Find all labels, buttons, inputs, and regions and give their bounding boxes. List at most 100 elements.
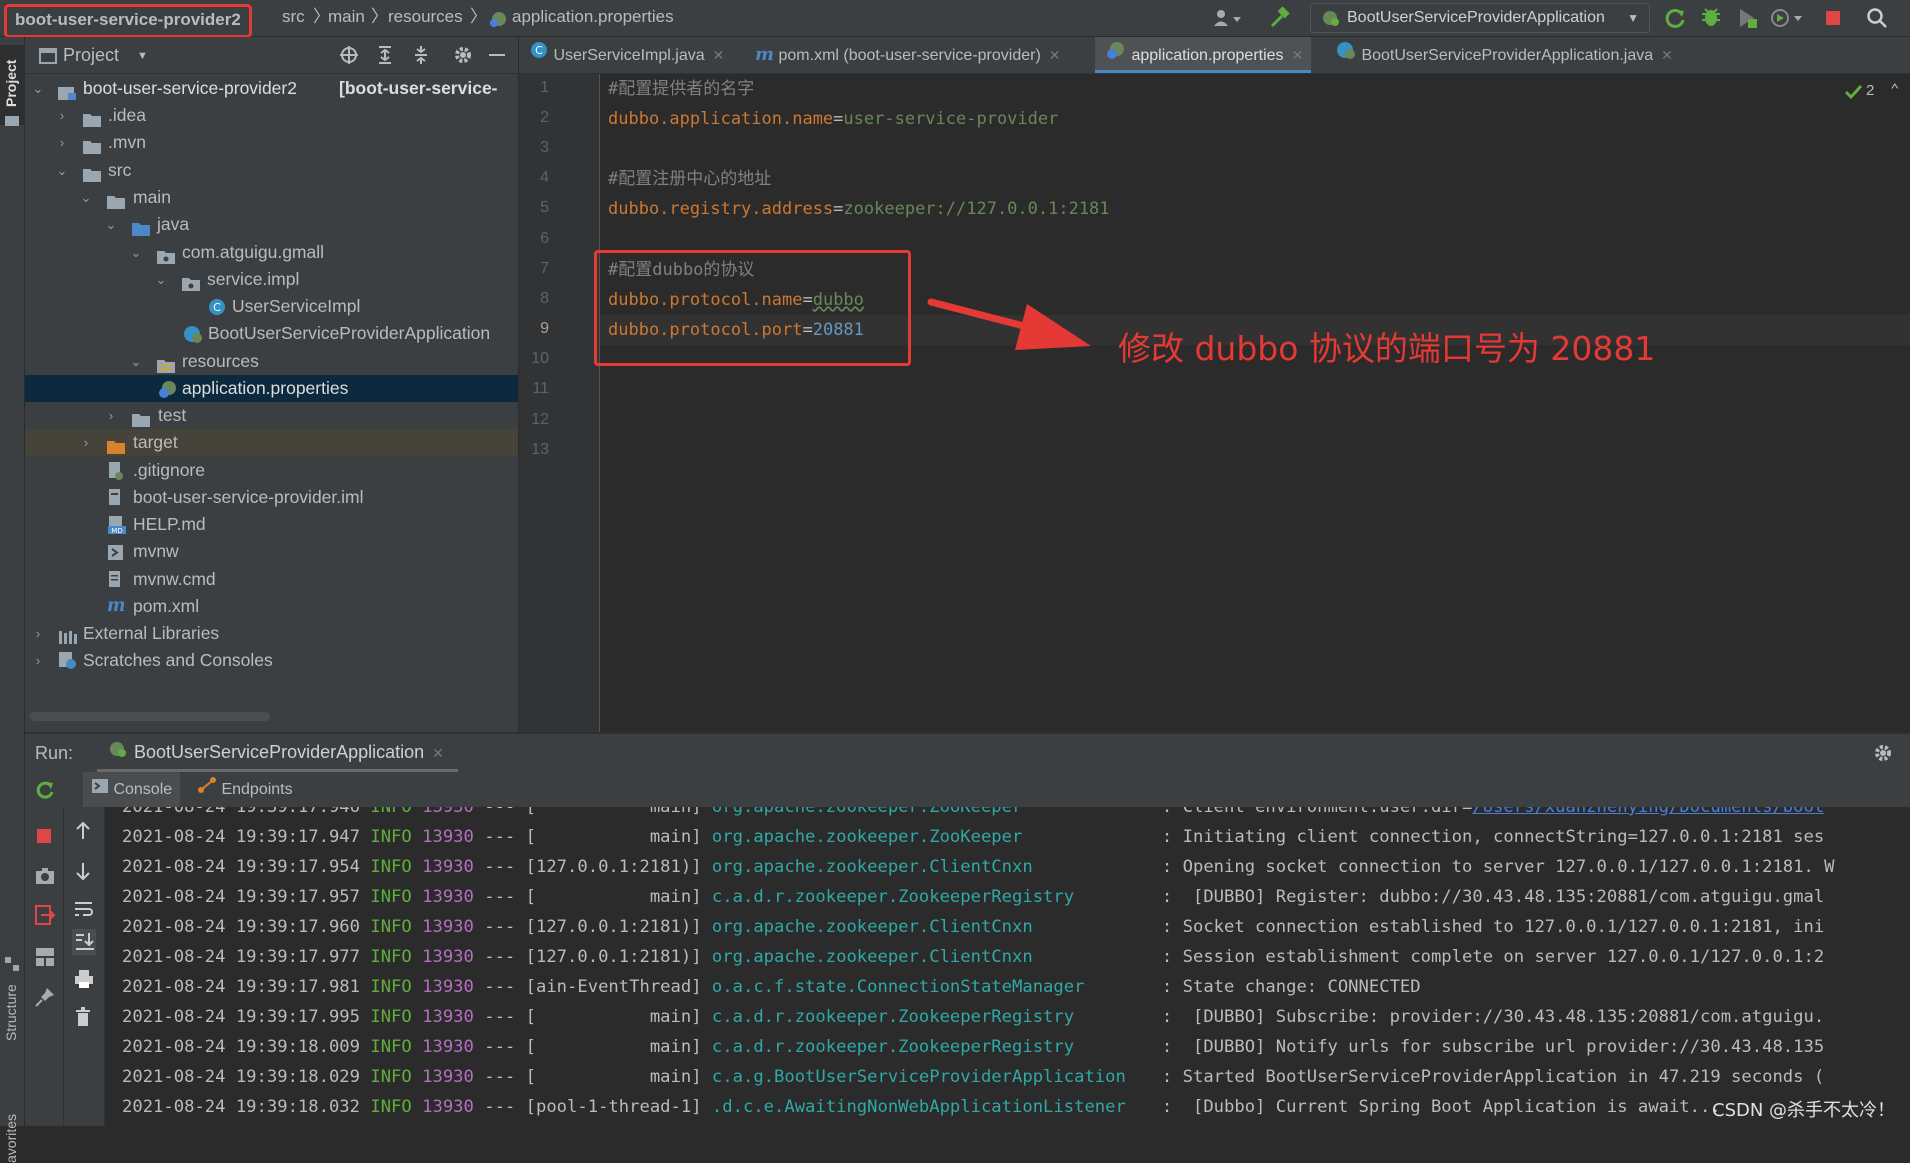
close-icon[interactable]: ✕ (1661, 47, 1673, 63)
iml-file-icon (107, 488, 125, 505)
close-icon[interactable]: ✕ (1292, 47, 1304, 63)
trash-icon[interactable] (74, 1007, 92, 1026)
tab-userserviceimpl[interactable]: C UserServiceImpl.java ✕ (529, 37, 724, 73)
close-icon[interactable]: ✕ (432, 745, 444, 761)
tree-item-scratches[interactable]: › Scratches and Consoles (25, 647, 518, 674)
tree-item-external-libraries[interactable]: › External Libraries (25, 620, 518, 647)
tree-item-help-md[interactable]: MD HELP.md (25, 511, 518, 538)
layout-icon[interactable] (35, 947, 54, 966)
log-timestamp: 2021-08-24 19:39:17.981 (122, 977, 360, 997)
close-icon[interactable]: ✕ (1049, 47, 1061, 63)
run-configuration-selector[interactable]: BootUserServiceProviderApplication ▼ (1310, 3, 1650, 33)
run-with-coverage-icon[interactable] (1736, 7, 1758, 34)
code-line-5: dubbo.registry.address=zookeeper://127.0… (608, 194, 1110, 224)
project-panel-title[interactable]: Project (63, 37, 119, 73)
annotation-text: 修改 dubbo 协议的端口号为 20881 (1118, 329, 1656, 368)
rerun-icon[interactable] (1664, 7, 1686, 34)
chevron-down-icon[interactable]: ▼ (137, 50, 148, 62)
chevron-right-icon: › (59, 135, 65, 150)
project-view-icon (39, 48, 57, 69)
tree-item-mvnw[interactable]: mvnw (25, 538, 518, 565)
log-link[interactable]: /Users/xuanzhenying/Documents/boot (1472, 807, 1824, 817)
tree-item-main[interactable]: ⌄ main (25, 184, 518, 211)
inspection-ok-icon[interactable] (1844, 84, 1864, 104)
svg-text:MD: MD (111, 527, 122, 535)
annotation-arrow-icon (927, 298, 1091, 350)
code-editor[interactable]: #配置提供者的名字 dubbo.application.name=user-se… (600, 74, 1910, 732)
user-icon[interactable] (1212, 8, 1242, 33)
tree-item-resources[interactable]: ⌄ resources (25, 348, 518, 375)
tree-item-test[interactable]: › test (25, 402, 518, 429)
breadcrumb-item-src[interactable]: src (282, 0, 305, 36)
file-icon (107, 461, 125, 480)
tree-item-iml[interactable]: boot-user-service-provider.iml (25, 484, 518, 511)
breadcrumb-project[interactable]: boot-user-service-provider2 (4, 4, 252, 38)
pin-icon[interactable] (35, 987, 54, 1007)
locate-file-icon[interactable] (339, 45, 359, 70)
hide-panel-icon[interactable] (489, 54, 505, 56)
tree-item-mvnw-cmd[interactable]: mvnw.cmd (25, 566, 518, 593)
tab-pom-xml[interactable]: m pom.xml (boot-user-service-provider) ✕ (755, 37, 1061, 73)
breadcrumb-item-resources[interactable]: resources (388, 0, 463, 36)
build-hammer-icon[interactable] (1268, 6, 1292, 35)
tree-item-src[interactable]: ⌄ src (25, 157, 518, 184)
project-tool-button[interactable]: Project (0, 45, 24, 126)
print-icon[interactable] (74, 969, 93, 988)
gear-icon[interactable] (453, 45, 473, 70)
rerun-icon[interactable] (35, 780, 55, 805)
tree-item-userserviceimpl[interactable]: C UserServiceImpl (25, 293, 518, 320)
arrow-up-icon[interactable] (74, 821, 92, 839)
script-file-icon (107, 543, 125, 560)
tree-item-package-gmall[interactable]: ⌄ com.atguigu.gmall (25, 239, 518, 266)
tree-item-pom-xml[interactable]: m pom.xml (25, 593, 518, 620)
log-pid: 13930 (422, 887, 474, 907)
exit-icon[interactable] (35, 905, 56, 925)
tree-item-bootapplication[interactable]: BootUserServiceProviderApplication (25, 320, 518, 347)
line-number: 13 (531, 441, 549, 458)
favorites-tool-label[interactable]: avorites (3, 1114, 19, 1163)
log-sep: --- (484, 857, 516, 877)
chevron-down-icon: ▼ (1627, 11, 1639, 25)
soft-wrap-icon[interactable] (74, 899, 93, 917)
tree-item-package-service-impl[interactable]: ⌄ service.impl (25, 266, 518, 293)
stop-icon[interactable] (35, 827, 53, 845)
run-tab-bootapplication[interactable]: BootUserServiceProviderApplication ✕ (97, 734, 458, 772)
tree-item-java[interactable]: ⌄ java (25, 211, 518, 238)
console-output[interactable]: 2021-08-24 19:39:17.946 INFO 13930 --- [… (105, 807, 1910, 1126)
expand-all-icon[interactable] (375, 45, 395, 70)
maven-icon: m (107, 596, 126, 616)
log-pid: 13930 (422, 1097, 474, 1117)
tab-application-properties[interactable]: application.properties ✕ (1095, 37, 1312, 73)
tree-item-application-properties[interactable]: application.properties (25, 375, 518, 402)
tree-item-gitignore[interactable]: .gitignore (25, 457, 518, 484)
line-number: 10 (531, 350, 549, 367)
log-sep: --- (484, 1037, 516, 1057)
tree-item-mvn[interactable]: › .mvn (25, 129, 518, 156)
tab-bootapplication[interactable]: BootUserServiceProviderApplication.java ✕ (1335, 37, 1673, 73)
chevron-up-icon[interactable]: ⌃ (1890, 80, 1900, 99)
search-icon[interactable] (1866, 7, 1888, 34)
debug-icon[interactable] (1700, 6, 1722, 33)
tree-item-project-root[interactable]: ⌄ boot-user-service-provider2 [boot-user… (25, 75, 518, 102)
tab-endpoints[interactable]: Endpoints (197, 772, 293, 807)
markdown-file-icon: MD (107, 515, 126, 535)
camera-icon[interactable] (35, 867, 54, 885)
tab-console[interactable]: Console (83, 772, 181, 808)
tree-item-idea[interactable]: › .idea (25, 102, 518, 129)
log-sep: --- (484, 1007, 516, 1027)
profile-icon[interactable] (1770, 7, 1804, 34)
scroll-to-end-icon[interactable] (72, 929, 96, 955)
breadcrumb-item-file[interactable]: application.properties (512, 0, 674, 36)
tree-item-target[interactable]: › target (25, 429, 518, 456)
close-icon[interactable]: ✕ (713, 47, 725, 63)
structure-tool-label[interactable]: Structure (3, 984, 19, 1041)
gear-icon[interactable] (1873, 743, 1893, 768)
breadcrumb-item-main[interactable]: main (328, 0, 365, 36)
collapse-all-icon[interactable] (411, 45, 431, 70)
resources-folder-icon (157, 354, 175, 373)
run-configuration-label: BootUserServiceProviderApplication (1347, 9, 1605, 26)
arrow-down-icon[interactable] (74, 861, 92, 881)
horizontal-scrollbar[interactable] (30, 712, 270, 721)
tree-item-label: test (158, 405, 187, 425)
stop-icon[interactable] (1824, 9, 1842, 32)
